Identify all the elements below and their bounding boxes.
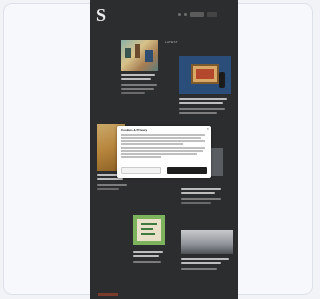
dialog-text [121, 153, 197, 155]
top-navigation [178, 12, 217, 18]
dialog-text [121, 150, 203, 152]
article-image[interactable] [121, 40, 158, 71]
search-icon[interactable] [178, 13, 181, 16]
article-headline[interactable] [181, 262, 221, 264]
dialog-text [121, 140, 205, 142]
article-excerpt [121, 92, 145, 94]
footer-accent [98, 293, 118, 296]
article-headline[interactable] [121, 78, 151, 80]
dialog-text [121, 156, 161, 158]
article-headline[interactable] [133, 255, 159, 257]
account-icon[interactable] [184, 13, 187, 16]
article-excerpt [181, 198, 221, 200]
article-image[interactable] [181, 230, 233, 254]
article-headline[interactable] [181, 192, 215, 194]
article-excerpt [181, 268, 217, 270]
article-excerpt [121, 84, 157, 86]
article-headline[interactable] [97, 178, 123, 180]
dialog-text [121, 143, 183, 145]
article-headline[interactable] [133, 251, 163, 253]
article-excerpt [179, 112, 217, 114]
reject-button[interactable] [121, 167, 161, 174]
article-image[interactable] [133, 215, 165, 245]
section-label: LATEST [165, 40, 178, 44]
article-headline[interactable] [179, 102, 223, 104]
article-excerpt [133, 261, 161, 263]
dialog-text [121, 134, 205, 136]
subscribe-button[interactable] [190, 12, 204, 17]
article-headline[interactable] [181, 258, 229, 260]
article-headline[interactable] [181, 188, 221, 190]
article-headline[interactable] [121, 74, 155, 76]
article-excerpt [97, 184, 127, 186]
dialog-text [121, 147, 205, 149]
close-icon[interactable]: × [207, 127, 209, 131]
article-excerpt [121, 88, 154, 90]
article-excerpt [179, 108, 225, 110]
article-image[interactable] [179, 56, 231, 94]
article-excerpt [181, 202, 211, 204]
site-logo[interactable]: S [96, 6, 108, 24]
article-headline[interactable] [179, 98, 227, 100]
cookie-consent-dialog: Cookies & Privacy × [117, 126, 211, 178]
dialog-title: Cookies & Privacy [121, 128, 148, 132]
article-excerpt [97, 188, 119, 190]
dialog-text [121, 137, 201, 139]
accept-button[interactable] [167, 167, 207, 174]
menu-button[interactable] [207, 12, 217, 17]
